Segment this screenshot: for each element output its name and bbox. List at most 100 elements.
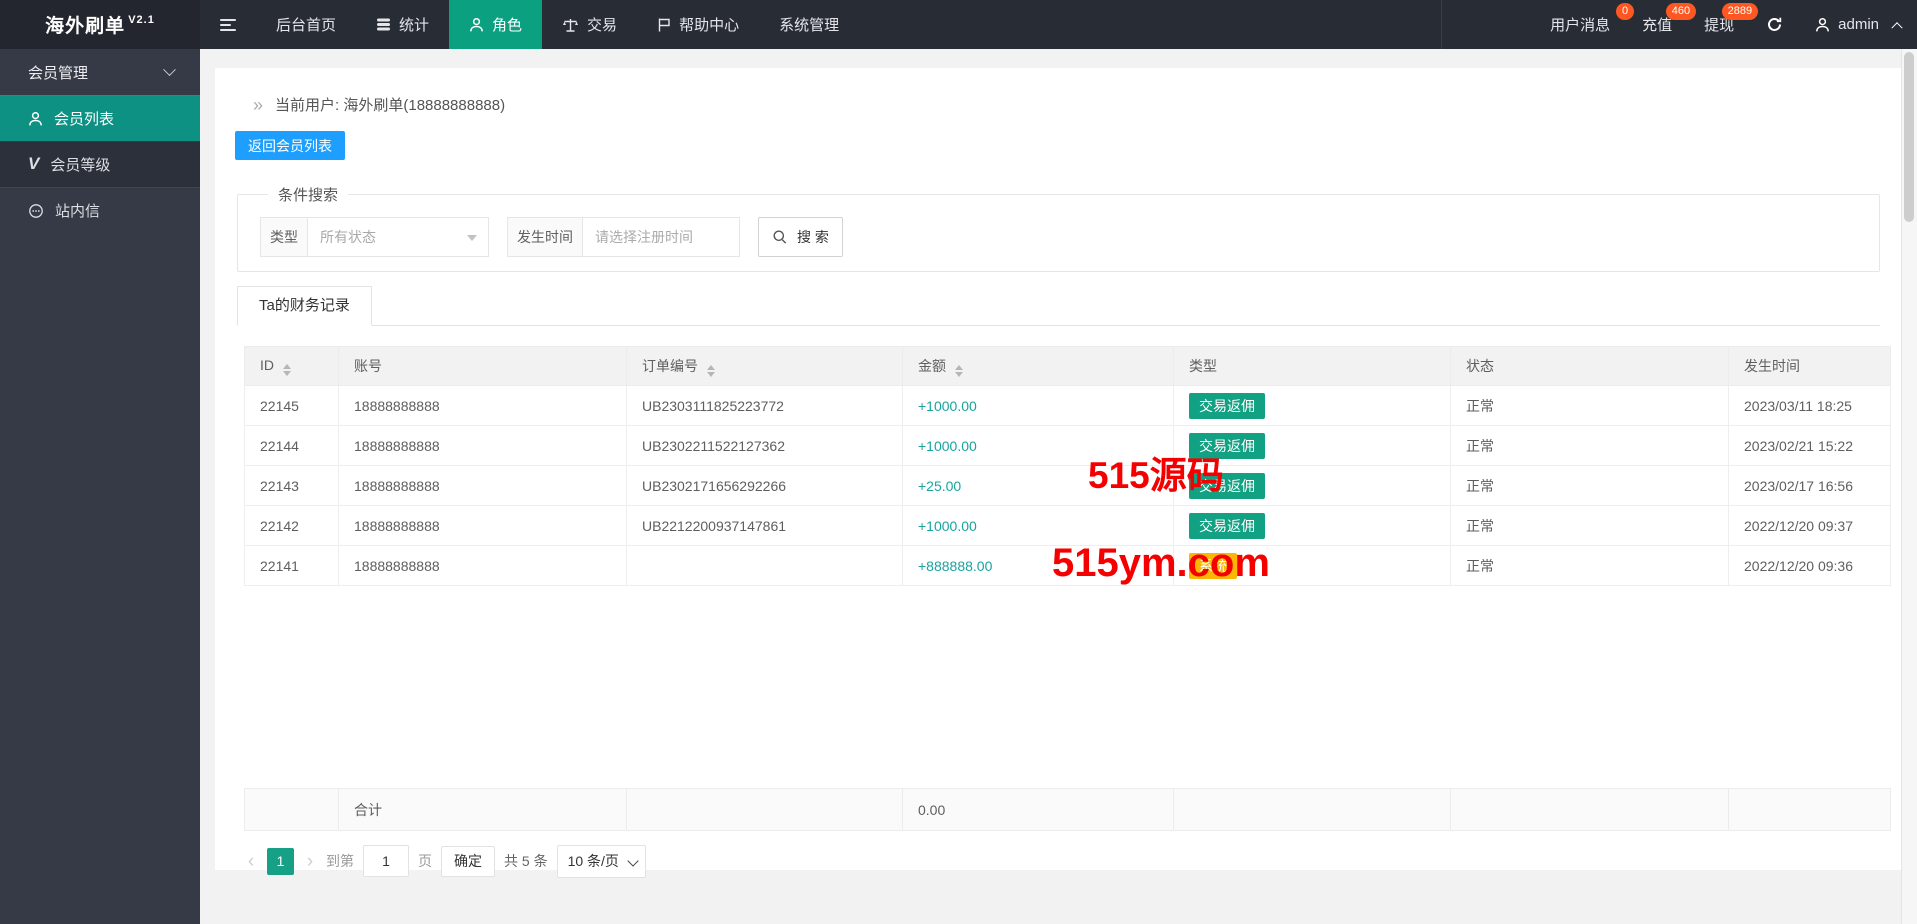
type-badge: 交易返佣 bbox=[1189, 513, 1265, 539]
nav-item-user-messages[interactable]: 用户消息 0 bbox=[1534, 0, 1626, 49]
page-scrollbar[interactable] bbox=[1901, 49, 1917, 924]
table-row: 2214218888888888UB2212200937147861+1000.… bbox=[245, 506, 1891, 546]
sidebar-item-label: 会员列表 bbox=[54, 108, 114, 129]
refresh-icon bbox=[1766, 16, 1783, 33]
confirm-page-button[interactable]: 确定 bbox=[441, 846, 495, 877]
pagination: ‹ 1 › 到第 页 确定 共 5 条 10 条/页 bbox=[244, 844, 1902, 878]
nav-item-transactions[interactable]: 交易 bbox=[542, 0, 637, 49]
sidebar-item-member-level[interactable]: V 会员等级 bbox=[0, 141, 200, 187]
cell-order-no: UB2302171656292266 bbox=[627, 466, 903, 506]
cell-time: 2023/02/21 15:22 bbox=[1729, 426, 1891, 466]
app-logo: 海外刷单 V2.1 bbox=[0, 0, 200, 49]
nav-item-roles[interactable]: 角色 bbox=[449, 0, 542, 49]
nav-label: 系统管理 bbox=[779, 14, 839, 35]
cell-id: 22144 bbox=[245, 426, 339, 466]
table-row: 2214318888888888UB2302171656292266+25.00… bbox=[245, 466, 1891, 506]
type-select[interactable]: 所有状态 bbox=[308, 217, 489, 257]
content-card: » 当前用户: 海外刷单(18888888888) 返回会员列表 条件搜索 类型… bbox=[215, 68, 1902, 870]
cell-account: 18888888888 bbox=[339, 546, 627, 586]
time-input[interactable] bbox=[583, 217, 740, 257]
per-page-value: 10 条/页 bbox=[568, 851, 619, 871]
breadcrumb: » 当前用户: 海外刷单(18888888888) bbox=[215, 68, 1902, 115]
cell-time: 2023/03/11 18:25 bbox=[1729, 386, 1891, 426]
refresh-button[interactable] bbox=[1750, 0, 1799, 49]
next-page-button[interactable]: › bbox=[303, 852, 317, 871]
cell-status: 正常 bbox=[1451, 466, 1729, 506]
type-filter-group: 类型 所有状态 bbox=[260, 217, 489, 257]
sidebar-item-member-list[interactable]: 会员列表 bbox=[0, 95, 200, 141]
scales-icon bbox=[562, 17, 579, 33]
type-badge: 交易返佣 bbox=[1189, 473, 1265, 499]
cell-time: 2022/12/20 09:37 bbox=[1729, 506, 1891, 546]
search-button[interactable]: 搜 索 bbox=[758, 217, 843, 257]
tab-bar: Ta的财务记录 bbox=[237, 286, 1880, 326]
column-header-account: 账号 bbox=[339, 347, 627, 386]
search-fieldset: 条件搜索 类型 所有状态 发生时间 搜 索 bbox=[237, 184, 1880, 272]
messages-badge: 0 bbox=[1616, 3, 1634, 20]
table-empty-space bbox=[215, 586, 1902, 788]
current-page-button[interactable]: 1 bbox=[267, 848, 294, 875]
cell-amount: +1000.00 bbox=[903, 506, 1174, 546]
goto-page-input[interactable] bbox=[363, 845, 409, 877]
database-icon bbox=[376, 17, 391, 32]
total-cell-empty bbox=[1174, 789, 1451, 831]
sidebar-group-member-management[interactable]: 会员管理 bbox=[0, 49, 200, 95]
back-to-member-list-button[interactable]: 返回会员列表 bbox=[235, 131, 345, 160]
scrollbar-thumb[interactable] bbox=[1904, 52, 1914, 222]
cell-id: 22141 bbox=[245, 546, 339, 586]
total-cell-empty bbox=[1451, 789, 1729, 831]
column-header-type: 类型 bbox=[1174, 347, 1451, 386]
sort-icon[interactable] bbox=[955, 365, 963, 377]
nav-label: 交易 bbox=[587, 14, 617, 35]
cell-amount: +25.00 bbox=[903, 466, 1174, 506]
table-header: ID 账号 订单编号 金额 类型 状态 发生时间 bbox=[245, 347, 1891, 386]
cell-status: 正常 bbox=[1451, 506, 1729, 546]
sort-icon[interactable] bbox=[283, 364, 291, 376]
column-header-amount[interactable]: 金额 bbox=[903, 347, 1174, 386]
table-row: 2214118888888888+888888.00系统正常2022/12/20… bbox=[245, 546, 1891, 586]
app-version: V2.1 bbox=[128, 14, 155, 26]
tab-financial-records[interactable]: Ta的财务记录 bbox=[237, 286, 372, 326]
cell-order-no: UB2303111825223772 bbox=[627, 386, 903, 426]
cell-id: 22143 bbox=[245, 466, 339, 506]
type-badge: 系统 bbox=[1189, 553, 1237, 579]
flag-icon bbox=[657, 17, 671, 33]
search-icon bbox=[772, 229, 788, 245]
nav-item-statistics[interactable]: 统计 bbox=[356, 0, 449, 49]
sidebar-item-site-mail[interactable]: 站内信 bbox=[0, 187, 200, 233]
nav-item-withdraw[interactable]: 提现 2889 bbox=[1688, 0, 1750, 49]
nav-item-recharge[interactable]: 充值 460 bbox=[1626, 0, 1688, 49]
nav-label: 统计 bbox=[399, 14, 429, 35]
nav-label: 后台首页 bbox=[276, 14, 336, 35]
cell-account: 18888888888 bbox=[339, 506, 627, 546]
nav-item-help-center[interactable]: 帮助中心 bbox=[637, 0, 759, 49]
time-label: 发生时间 bbox=[507, 217, 583, 257]
withdraw-badge: 2889 bbox=[1722, 3, 1758, 20]
cell-status: 正常 bbox=[1451, 386, 1729, 426]
nav-label: 角色 bbox=[492, 14, 522, 35]
column-header-order-no[interactable]: 订单编号 bbox=[627, 347, 903, 386]
sort-icon[interactable] bbox=[707, 365, 715, 377]
nav-item-dashboard[interactable]: 后台首页 bbox=[256, 0, 356, 49]
sidebar-item-label: 站内信 bbox=[55, 200, 100, 221]
search-button-label: 搜 索 bbox=[797, 227, 829, 247]
cell-type: 交易返佣 bbox=[1174, 426, 1451, 466]
user-icon bbox=[1815, 17, 1830, 33]
column-header-id[interactable]: ID bbox=[245, 347, 339, 386]
sidebar: 会员管理 会员列表 V 会员等级 站内信 bbox=[0, 49, 200, 924]
nav-label: 用户消息 bbox=[1550, 14, 1610, 35]
goto-label: 到第 bbox=[326, 851, 354, 871]
collapse-sidebar-button[interactable] bbox=[200, 0, 256, 49]
column-header-time: 发生时间 bbox=[1729, 347, 1891, 386]
cell-type: 交易返佣 bbox=[1174, 506, 1451, 546]
cell-type: 交易返佣 bbox=[1174, 466, 1451, 506]
cell-order-no bbox=[627, 546, 903, 586]
nav-label: 帮助中心 bbox=[679, 14, 739, 35]
total-count-label: 共 5 条 bbox=[504, 851, 548, 871]
nav-item-system-settings[interactable]: 系统管理 bbox=[759, 0, 859, 49]
recharge-badge: 460 bbox=[1666, 3, 1696, 20]
per-page-select[interactable]: 10 条/页 bbox=[557, 845, 646, 878]
admin-menu[interactable]: admin bbox=[1799, 0, 1917, 49]
prev-page-button[interactable]: ‹ bbox=[244, 852, 258, 871]
page-unit-label: 页 bbox=[418, 851, 432, 871]
